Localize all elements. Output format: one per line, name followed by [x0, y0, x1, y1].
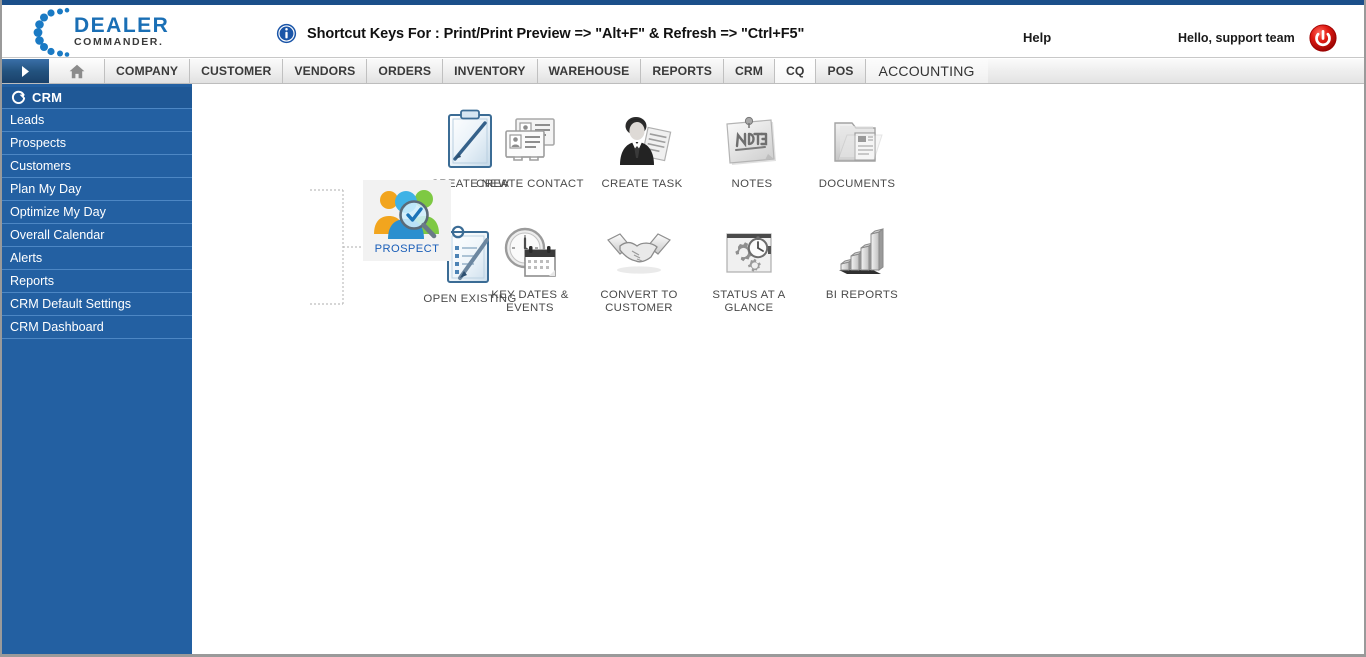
tile-key-dates-events[interactable]: KEY DATES & EVENTS — [475, 220, 585, 314]
nav-item-orders[interactable]: ORDERS — [367, 59, 444, 83]
tile-documents[interactable]: DOCUMENTS — [802, 109, 912, 191]
tile-status-at-a-glance[interactable]: STATUS AT A GLANCE — [694, 220, 804, 314]
application-window: DEALER COMMANDER. Shortcut Keys For : Pr… — [0, 0, 1366, 657]
power-icon[interactable] — [1309, 24, 1337, 52]
tile-label: CREATE CONTACT — [476, 178, 584, 190]
refresh-icon — [11, 90, 26, 104]
page-header: DEALER COMMANDER. Shortcut Keys For : Pr… — [2, 5, 1364, 58]
home-icon — [69, 64, 84, 78]
nav-item-inventory[interactable]: INVENTORY — [443, 59, 538, 83]
tile-label: NOTES — [731, 178, 773, 190]
nav-item-cq[interactable]: CQ — [775, 59, 817, 83]
sidebar-item-reports[interactable]: Reports — [2, 270, 192, 293]
logo-c-mark-icon — [33, 7, 70, 57]
tile-create-contact[interactable]: CREATE CONTACT — [475, 109, 585, 191]
brand-name-primary: DEALER — [74, 14, 170, 37]
nav-item-reports[interactable]: REPORTS — [641, 59, 724, 83]
brand-wordmark: DEALER COMMANDER. — [74, 15, 169, 49]
tile-create-task[interactable]: CREATE TASK — [587, 109, 697, 191]
brand-logo[interactable]: DEALER COMMANDER. — [30, 7, 190, 57]
tile-label: CONVERT TO CUSTOMER — [600, 289, 678, 314]
nav-item-warehouse[interactable]: WAREHOUSE — [537, 59, 642, 83]
nav-item-crm[interactable]: CRM — [723, 59, 775, 83]
nav-item-accounting[interactable]: ACCOUNTING — [865, 59, 988, 83]
nav-home-button[interactable] — [49, 59, 105, 83]
sidebar-toggle-button[interactable] — [2, 59, 49, 83]
info-icon — [276, 23, 297, 44]
handshake-icon — [603, 220, 675, 282]
tile-label: DOCUMENTS — [818, 178, 896, 190]
tile-label: STATUS AT A GLANCE — [712, 289, 786, 314]
main-content: CREATE NEW OPEN EXISTING PROSPECT CREATE… — [192, 87, 1364, 654]
tile-label: CREATE TASK — [601, 178, 683, 190]
main-navigation: COMPANY CUSTOMER VENDORS ORDERS INVENTOR… — [2, 59, 1364, 84]
sidebar-title: CRM — [32, 90, 63, 105]
tile-label: BI REPORTS — [825, 289, 899, 301]
pinned-note-icon — [716, 109, 788, 171]
tile-prospect[interactable]: PROSPECT — [363, 180, 451, 261]
sidebar-item-optimize-my-day[interactable]: Optimize My Day — [2, 201, 192, 224]
businessman-document-icon — [606, 109, 678, 171]
sidebar-item-plan-my-day[interactable]: Plan My Day — [2, 178, 192, 201]
nav-item-vendors[interactable]: VENDORS — [283, 59, 368, 83]
help-link[interactable]: Help — [1023, 30, 1051, 45]
shortcut-keys-banner: Shortcut Keys For : Print/Print Preview … — [276, 23, 804, 44]
nav-item-customer[interactable]: CUSTOMER — [190, 59, 284, 83]
brand-name-secondary: COMMANDER. — [74, 36, 164, 48]
sidebar-item-alerts[interactable]: Alerts — [2, 247, 192, 270]
contact-cards-icon — [494, 109, 566, 171]
shortcut-keys-text: Shortcut Keys For : Print/Print Preview … — [307, 25, 805, 42]
nav-item-company[interactable]: COMPANY — [105, 59, 191, 83]
gears-stopwatch-icon — [713, 220, 785, 282]
sidebar-item-overall-calendar[interactable]: Overall Calendar — [2, 224, 192, 247]
tile-label: KEY DATES & EVENTS — [491, 289, 569, 314]
sidebar: CRM Leads Prospects Customers Plan My Da… — [2, 87, 192, 654]
sidebar-item-customers[interactable]: Customers — [2, 155, 192, 178]
sidebar-item-prospects[interactable]: Prospects — [2, 132, 192, 155]
clock-calendar-icon — [494, 220, 566, 282]
folder-documents-icon — [821, 109, 893, 171]
sidebar-header[interactable]: CRM — [2, 87, 192, 109]
people-search-icon — [374, 190, 439, 239]
connector-lines — [310, 189, 363, 305]
sidebar-item-crm-dashboard[interactable]: CRM Dashboard — [2, 316, 192, 339]
tile-bi-reports[interactable]: BI REPORTS — [807, 220, 917, 302]
bar-chart-3d-icon — [826, 220, 898, 282]
chevron-right-icon — [22, 65, 29, 77]
sidebar-item-crm-default-settings[interactable]: CRM Default Settings — [2, 293, 192, 316]
tile-convert-to-customer[interactable]: CONVERT TO CUSTOMER — [584, 220, 694, 314]
sidebar-item-leads[interactable]: Leads — [2, 109, 192, 132]
user-greeting: Hello, support team — [1178, 31, 1295, 45]
tile-notes[interactable]: NOTES — [697, 109, 807, 191]
nav-item-pos[interactable]: POS — [816, 59, 866, 83]
tile-label: PROSPECT — [374, 243, 440, 255]
